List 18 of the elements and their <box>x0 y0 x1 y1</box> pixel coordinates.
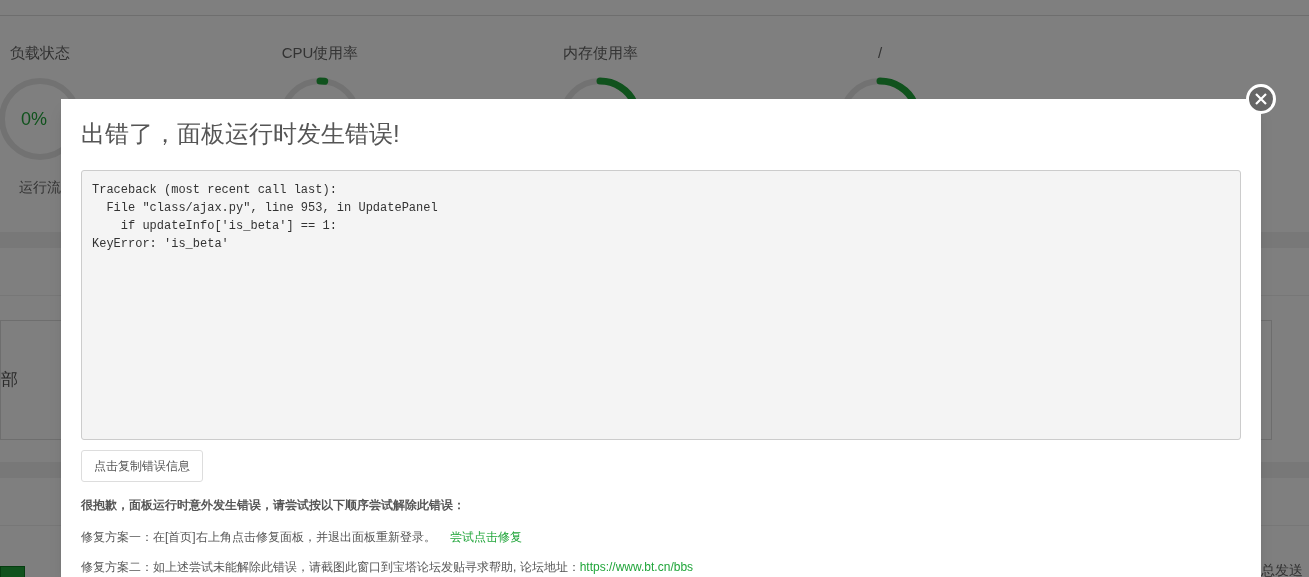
copy-error-button[interactable]: 点击复制错误信息 <box>81 450 203 482</box>
gauge-title: 负载状态 <box>10 43 70 63</box>
fix-two-text: 修复方案二：如上述尝试未能解除此错误，请截图此窗口到宝塔论坛发贴寻求帮助, 论坛地址：https://www.bt.cn/bbs <box>81 559 695 576</box>
gauge-title: 内存使用率 <box>562 43 638 63</box>
repair-link[interactable]: 尝试点击修复 <box>449 528 522 546</box>
gauge-value: 0% <box>21 107 47 130</box>
forum-link[interactable]: https://www.bt.cn/bbs <box>579 560 694 574</box>
dialog-title: 出错了，面板运行时发生错误! <box>81 119 401 149</box>
notice-text: 很抱歉，面板运行时意外发生错误，请尝试按以下顺序尝试解除此错误： <box>81 497 466 514</box>
gauge-title: / <box>877 43 883 63</box>
chart-legend-icon <box>0 566 25 577</box>
traceback-text: Traceback (most recent call last): File "class/ajax.py", line 953, in UpdatePanel if updateInfo['is_beta'] == 1: KeyError: 'is_beta' <box>81 170 1241 440</box>
gauge-caption: 运行流 <box>19 177 61 197</box>
gauge-title: CPU使用率 <box>281 43 359 63</box>
fix-one-text: 修复方案一：在[首页]右上角点击修复面板，并退出面板重新登录。 <box>81 529 436 546</box>
section-label: 部 <box>1 369 18 392</box>
footer-label: 总发送 <box>1261 562 1303 577</box>
close-icon <box>1254 92 1268 106</box>
